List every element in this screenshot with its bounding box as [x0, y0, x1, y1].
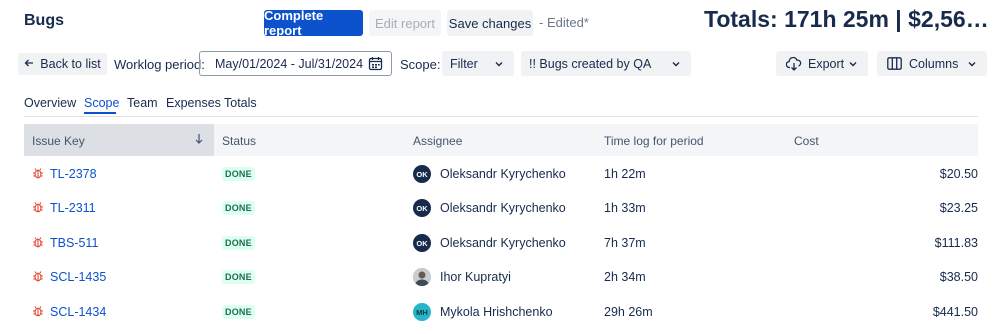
- tab-scope[interactable]: Scope: [84, 96, 119, 110]
- table-row: SCL-1434 DONE MH Mykola Hrishchenko 29h …: [24, 295, 978, 329]
- column-header-status[interactable]: Status: [222, 134, 256, 148]
- filter-value: !! Bugs created by QA: [529, 56, 652, 71]
- scope-type-value: Filter: [450, 56, 478, 71]
- issue-key-link[interactable]: TBS-511: [50, 236, 98, 250]
- time-log-cell: 29h 26m: [604, 305, 653, 319]
- active-tab-indicator: [84, 112, 116, 114]
- assignee-cell: OK Oleksandr Kyrychenko: [413, 157, 566, 191]
- calendar-icon[interactable]: [368, 56, 383, 74]
- column-header-time-log[interactable]: Time log for period: [604, 134, 704, 148]
- save-changes-button[interactable]: Save changes: [447, 10, 533, 36]
- assignee-name: Oleksandr Kyrychenko: [440, 167, 566, 181]
- table-row: TL-2311 DONE OK Oleksandr Kyrychenko 1h …: [24, 191, 978, 225]
- status-cell: DONE: [222, 260, 255, 294]
- columns-icon: [887, 57, 902, 70]
- column-header-issue-key[interactable]: Issue Key: [32, 134, 85, 148]
- avatar: [413, 268, 431, 286]
- issue-key-cell: TL-2378: [24, 157, 97, 191]
- status-cell: DONE: [222, 295, 255, 329]
- status-badge: DONE: [222, 236, 255, 250]
- chevron-down-icon: [671, 58, 681, 72]
- issue-key-cell: SCL-1434: [24, 295, 106, 329]
- export-label: Export: [808, 56, 845, 71]
- columns-button[interactable]: Columns: [877, 51, 987, 76]
- tab-expenses[interactable]: Expenses: [166, 96, 221, 110]
- avatar: MH: [413, 303, 431, 321]
- status-cell: DONE: [222, 191, 255, 225]
- date-range-value: May/01/2024 - Jul/31/2024: [215, 56, 364, 71]
- assignee-cell: MH Mykola Hrishchenko: [413, 295, 553, 329]
- time-log-cell: 1h 22m: [604, 167, 646, 181]
- issue-key-cell: TBS-511: [24, 226, 98, 260]
- assignee-name: Ihor Kupratyi: [440, 270, 511, 284]
- time-log-cell: 1h 33m: [604, 201, 646, 215]
- export-button[interactable]: Export: [776, 51, 868, 76]
- chevron-down-icon: [967, 58, 977, 72]
- cloud-download-icon: [786, 56, 802, 71]
- status-badge: DONE: [222, 167, 255, 181]
- issue-key-cell: SCL-1435: [24, 260, 106, 294]
- back-to-list-label: Back to list: [40, 57, 101, 71]
- issue-key-link[interactable]: TL-2311: [50, 201, 96, 215]
- arrow-left-icon: [24, 57, 34, 71]
- bug-icon: [32, 270, 44, 285]
- scope-type-select[interactable]: Filter: [442, 51, 514, 76]
- issue-key-link[interactable]: SCL-1435: [50, 270, 106, 284]
- avatar: OK: [413, 165, 431, 183]
- arrow-down-icon[interactable]: [194, 133, 204, 148]
- page-title: Bugs: [24, 12, 64, 29]
- status-badge: DONE: [222, 270, 255, 284]
- status-badge: DONE: [222, 305, 255, 319]
- totals-summary: Totals: 171h 25m | $2,56…: [704, 6, 989, 32]
- filter-select[interactable]: !! Bugs created by QA: [521, 51, 691, 76]
- tabs-divider: [24, 116, 978, 117]
- time-log-cell: 7h 37m: [604, 236, 646, 250]
- assignee-name: Oleksandr Kyrychenko: [440, 201, 566, 215]
- tab-overview[interactable]: Overview: [24, 96, 76, 110]
- scope-label: Scope:: [400, 57, 441, 72]
- cost-cell: $23.25: [939, 201, 978, 215]
- issue-key-link[interactable]: SCL-1434: [50, 305, 106, 319]
- status-cell: DONE: [222, 157, 255, 191]
- table-header: Issue Key Status Assignee Time log for p…: [24, 124, 978, 156]
- cost-cell: $441.50: [932, 305, 978, 319]
- chevron-down-icon: [494, 58, 504, 72]
- table-row: SCL-1435 DONE Ihor Kupratyi 2h 34m $38.5…: [24, 260, 978, 294]
- avatar: OK: [413, 234, 431, 252]
- worklog-period-label: Worklog period:: [114, 57, 205, 72]
- assignee-name: Oleksandr Kyrychenko: [440, 236, 566, 250]
- assignee-cell: Ihor Kupratyi: [413, 260, 511, 294]
- columns-label: Columns: [909, 56, 959, 71]
- status-badge: DONE: [222, 201, 255, 215]
- complete-report-button[interactable]: Complete report: [264, 8, 363, 38]
- bug-icon: [32, 167, 44, 182]
- bug-icon: [32, 201, 44, 216]
- cost-cell: $20.50: [939, 167, 978, 181]
- assignee-name: Mykola Hrishchenko: [440, 305, 553, 319]
- bug-icon: [32, 236, 44, 251]
- worklog-period-field[interactable]: May/01/2024 - Jul/31/2024: [199, 51, 392, 76]
- column-header-assignee[interactable]: Assignee: [413, 134, 462, 148]
- avatar: OK: [413, 199, 431, 217]
- bug-icon: [32, 305, 44, 320]
- column-header-cost[interactable]: Cost: [794, 134, 819, 148]
- issue-key-link[interactable]: TL-2378: [50, 167, 97, 181]
- back-to-list-button[interactable]: Back to list: [18, 53, 107, 75]
- cost-cell: $111.83: [934, 236, 978, 250]
- cost-cell: $38.50: [939, 270, 978, 284]
- tab-totals[interactable]: Totals: [224, 96, 257, 110]
- time-log-cell: 2h 34m: [604, 270, 646, 284]
- table-row: TL-2378 DONE OK Oleksandr Kyrychenko 1h …: [24, 157, 978, 191]
- chevron-down-icon: [848, 58, 858, 72]
- table-row: TBS-511 DONE OK Oleksandr Kyrychenko 7h …: [24, 226, 978, 260]
- edit-report-button[interactable]: Edit report: [369, 10, 441, 36]
- assignee-cell: OK Oleksandr Kyrychenko: [413, 191, 566, 225]
- issue-key-cell: TL-2311: [24, 191, 96, 225]
- tab-team[interactable]: Team: [127, 96, 158, 110]
- status-cell: DONE: [222, 226, 255, 260]
- assignee-cell: OK Oleksandr Kyrychenko: [413, 226, 566, 260]
- edited-indicator: - Edited*: [539, 15, 589, 30]
